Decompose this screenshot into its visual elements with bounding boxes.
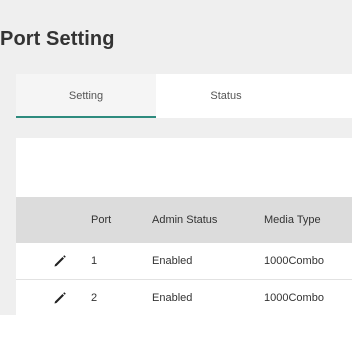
tab-setting[interactable]: Setting bbox=[16, 74, 156, 118]
cell-media-type: 1000Combo bbox=[264, 255, 324, 267]
table-header: Port Admin Status Media Type bbox=[16, 197, 352, 243]
cell-admin-status: Enabled bbox=[152, 292, 193, 304]
column-header-media-type[interactable]: Media Type bbox=[264, 197, 321, 243]
edit-icon[interactable] bbox=[52, 290, 68, 306]
table-row: 1 Enabled 1000Combo bbox=[16, 243, 352, 280]
tab-status[interactable]: Status bbox=[156, 74, 296, 118]
edit-icon[interactable] bbox=[52, 253, 68, 269]
cell-admin-status: Enabled bbox=[152, 255, 193, 267]
port-table-card: Port Admin Status Media Type 1 Enabled 1… bbox=[16, 138, 352, 315]
cell-port: 1 bbox=[91, 255, 98, 267]
page-container: Port Setting Setting Status Port Admin S… bbox=[0, 0, 352, 315]
table-row: 2 Enabled 1000Combo bbox=[16, 280, 352, 315]
cell-media-type: 1000Combo bbox=[264, 292, 324, 304]
column-header-port[interactable]: Port bbox=[91, 197, 111, 243]
page-title: Port Setting bbox=[0, 28, 115, 50]
tab-bar: Setting Status bbox=[16, 74, 352, 118]
cell-port: 2 bbox=[91, 292, 98, 304]
column-header-admin-status[interactable]: Admin Status bbox=[152, 197, 217, 243]
